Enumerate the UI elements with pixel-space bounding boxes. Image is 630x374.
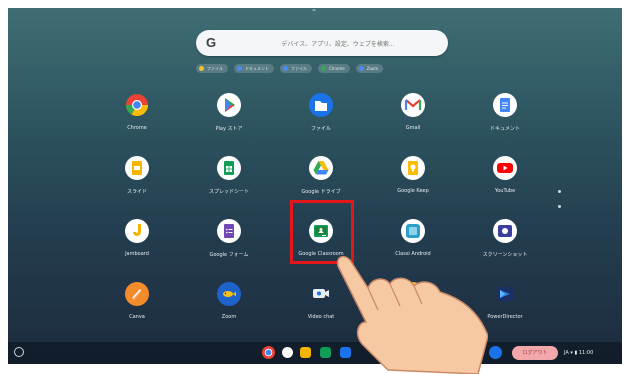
file-icon [199, 66, 204, 71]
app-zoom-fish[interactable]: Zoom [194, 277, 264, 332]
pencil-icon [125, 282, 149, 306]
search-input[interactable] [236, 30, 440, 58]
keep-icon[interactable] [300, 347, 311, 358]
keep-icon [401, 156, 425, 180]
assistant-icon[interactable] [489, 346, 502, 359]
jamboard-icon [125, 219, 149, 243]
chip-label: Chrome [329, 66, 345, 71]
google-g-icon: G [206, 35, 217, 50]
chip-label: ドキュメント [245, 65, 269, 71]
sign-out-pill[interactable]: ログアウト [512, 346, 558, 360]
slides-icon [125, 156, 149, 180]
chip-label: ファイル [291, 65, 307, 71]
docs-icon [237, 66, 242, 71]
chromeos-launcher-screen: ⌃ G ファイル ドキュメント ファイル Chrome Zoom Chrome [8, 8, 622, 364]
docs-icon [493, 93, 517, 117]
page-dot[interactable] [558, 190, 561, 193]
screencast-icon [493, 219, 517, 243]
file-icon [283, 66, 288, 71]
page-indicator [558, 190, 562, 220]
suggestion-chips: ファイル ドキュメント ファイル Chrome Zoom [196, 64, 384, 74]
app-label: Play ストア [215, 126, 243, 132]
app-label: Canva [129, 314, 145, 320]
suggestion-chip[interactable]: ファイル [280, 64, 312, 73]
shelf: ログアウト JA ▾ ▮ 11:00 [8, 342, 622, 364]
chip-label: ファイル [207, 65, 223, 71]
app-files[interactable]: ファイル [286, 88, 356, 143]
system-tray[interactable]: JA ▾ ▮ 11:00 [564, 346, 622, 360]
pointing-hand-icon [336, 255, 488, 374]
app-label: ドキュメント [489, 126, 520, 132]
suggestion-chip[interactable]: ファイル [196, 64, 228, 73]
app-google-keep[interactable]: Google Keep [378, 151, 448, 206]
chrome-icon[interactable] [262, 346, 275, 359]
screenshot-frame: ⌃ G ファイル ドキュメント ファイル Chrome Zoom Chrome [0, 0, 630, 374]
fish-icon [217, 282, 241, 306]
app-label: スライド [126, 189, 147, 195]
app-jamboard[interactable]: Jamboard [102, 214, 172, 269]
launcher-search-box[interactable]: G [196, 30, 448, 58]
app-label: Google ドライブ [301, 189, 341, 195]
chip-label: Zoom [366, 66, 379, 71]
app-label: Jamboard [125, 251, 149, 257]
app-google-forms[interactable]: Google フォーム [194, 214, 264, 269]
app-label: Google Keep [397, 188, 429, 194]
page-dot[interactable] [558, 205, 561, 208]
powerdirector-icon [493, 282, 517, 306]
app-google-drive[interactable]: Google ドライブ [286, 151, 356, 206]
app-slides[interactable]: スライド [102, 151, 172, 206]
app-label: Zoom [221, 314, 237, 320]
suggestion-chip[interactable]: Chrome [318, 64, 350, 73]
zoom-icon [358, 66, 364, 71]
app-label: Google フォーム [209, 252, 249, 258]
play-store-icon [217, 93, 241, 117]
sheets-icon [217, 156, 241, 180]
app-sheets[interactable]: スプレッドシート [194, 151, 264, 206]
app-chrome[interactable]: Chrome [102, 88, 172, 143]
app-label: スプレッドシート [208, 189, 249, 195]
app-label: YouTube [494, 188, 516, 194]
app-label: Gmail [405, 125, 421, 131]
app-label: Chrome [127, 125, 147, 131]
drive-icon [309, 156, 333, 180]
suggestion-chip[interactable]: Zoom [355, 64, 384, 73]
forms-icon [217, 219, 241, 243]
launcher-button[interactable] [14, 347, 24, 357]
youtube-icon [493, 156, 517, 180]
app-label: ファイル [310, 126, 331, 132]
chrome-icon [125, 93, 149, 117]
app-canva[interactable]: Canva [102, 277, 172, 332]
app-gmail[interactable]: Gmail [378, 88, 448, 143]
app-docs[interactable]: ドキュメント [470, 88, 540, 143]
gmail-icon [401, 93, 425, 117]
chrome-icon [321, 66, 326, 71]
suggestion-chip[interactable]: ドキュメント [234, 64, 274, 73]
play-store-icon[interactable] [282, 347, 293, 358]
launcher-collapse-handle[interactable]: ⌃ [308, 9, 320, 17]
files-icon [309, 93, 333, 117]
app-youtube[interactable]: YouTube [470, 151, 540, 206]
app-play-store[interactable]: Play ストア [194, 88, 264, 143]
